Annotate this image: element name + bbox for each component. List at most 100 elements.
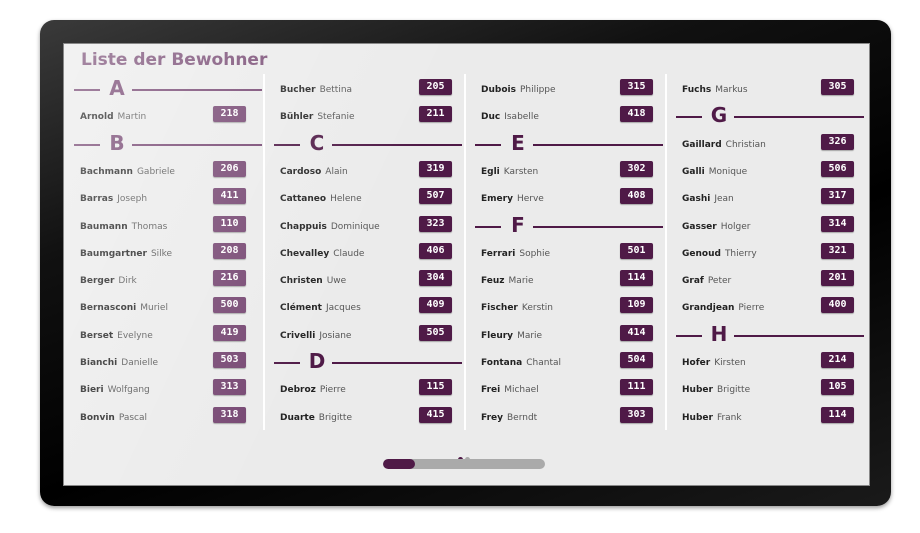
resident-row[interactable]: Barras Joseph 411	[68, 187, 268, 214]
last-name: Frei	[481, 385, 501, 396]
resident-name: Fischer Kerstin	[481, 303, 553, 313]
last-name: Debroz	[280, 385, 316, 396]
divider	[274, 143, 300, 146]
first-name: Philippe	[519, 85, 556, 95]
resident-name: Berger Dirk	[80, 276, 137, 286]
resident-row[interactable]: Dubois Philippe 315	[469, 78, 669, 105]
resident-row[interactable]: Frei Michael 111	[469, 378, 669, 405]
resident-row[interactable]: Bianchi Danielle 503	[68, 351, 268, 378]
letter-header: G	[670, 103, 869, 132]
resident-row[interactable]: Ferrari Sophie 501	[469, 242, 669, 269]
divider	[676, 334, 702, 337]
first-name: Frank	[716, 412, 742, 423]
resident-row[interactable]: Bieri Wolfgang 313	[68, 378, 268, 405]
room-number-badge: 105	[821, 379, 854, 396]
room-number-badge: 208	[213, 242, 246, 259]
room-number-badge: 110	[213, 215, 246, 232]
resident-name: Duc Isabelle	[481, 112, 539, 122]
resident-row[interactable]: Gashi Jean 317	[670, 187, 869, 214]
resident-row[interactable]: Duarte Brigitte 415	[268, 406, 468, 433]
first-name: Silke	[150, 248, 173, 259]
resident-row[interactable]: Bernasconi Muriel 500	[68, 296, 268, 323]
resident-row[interactable]: Bucher Bettina 205	[268, 78, 468, 105]
resident-row[interactable]: Fontana Chantal 504	[469, 351, 669, 378]
divider	[274, 362, 300, 364]
last-name: Galli	[682, 166, 705, 177]
resident-row[interactable]: Hofer Kirsten 214	[670, 351, 869, 378]
last-name: Cattaneo	[280, 194, 327, 205]
last-name: Egli	[481, 166, 500, 177]
resident-row[interactable]: Huber Frank 114	[670, 406, 869, 433]
last-name: Feuz	[481, 276, 505, 287]
first-name: Chantal	[526, 358, 561, 368]
first-name: Claude	[333, 248, 365, 259]
resident-row[interactable]: Cattaneo Helene 507	[268, 187, 468, 214]
first-name: Michael	[504, 385, 539, 396]
resident-name: Dubois Philippe	[481, 85, 556, 95]
resident-row[interactable]: Bachmann Gabriele 206	[68, 160, 268, 187]
resident-row[interactable]: Crivelli Josiane 505	[268, 324, 468, 351]
letter-header: B	[68, 131, 268, 160]
resident-row[interactable]: Grandjean Pierre 400	[670, 296, 869, 323]
resident-row[interactable]: Duc Isabelle 418	[469, 105, 669, 132]
header-letter: F	[511, 212, 525, 237]
room-number-badge: 415	[419, 406, 452, 423]
resident-row[interactable]: Genoud Thierry 321	[670, 242, 869, 269]
first-name: Christian	[725, 139, 766, 150]
resident-row[interactable]: Gasser Holger 314	[670, 215, 869, 242]
header-letter: E	[511, 130, 525, 155]
resident-row[interactable]: Berger Dirk 216	[68, 269, 268, 296]
resident-name: Chappuis Dominique	[280, 222, 380, 232]
first-name: Thierry	[724, 248, 757, 259]
resident-row[interactable]: Berset Evelyne 419	[68, 324, 268, 351]
last-name: Chappuis	[280, 221, 327, 232]
last-name: Graf	[682, 276, 704, 287]
resident-row[interactable]: Egli Karsten 302	[469, 160, 669, 187]
room-number-badge: 305	[821, 79, 854, 95]
resident-row[interactable]: Bühler Stefanie 211	[268, 105, 468, 132]
last-name: Berger	[80, 276, 115, 287]
resident-row[interactable]: Arnold Martin 218	[68, 105, 268, 132]
last-name: Huber	[682, 412, 713, 423]
resident-row[interactable]: Galli Monique 506	[670, 160, 869, 187]
room-number-badge: 400	[821, 297, 854, 314]
room-number-badge: 205	[419, 79, 452, 95]
resident-row[interactable]: Huber Brigitte 105	[670, 378, 869, 405]
resident-row[interactable]: Clément Jacques 409	[268, 296, 468, 323]
resident-row[interactable]: Baumann Thomas 110	[68, 215, 268, 242]
room-number-badge: 500	[213, 297, 246, 314]
first-name: Wolfgang	[107, 385, 150, 396]
first-name: Uwe	[326, 276, 347, 287]
room-number-badge: 201	[821, 270, 854, 287]
resident-row[interactable]: Fuchs Markus 305	[670, 78, 869, 105]
resident-row[interactable]: Feuz Marie 114	[469, 269, 669, 296]
room-number-badge: 411	[213, 188, 246, 205]
resident-name: Galli Monique	[682, 167, 747, 177]
resident-row[interactable]: Debroz Pierre 115	[268, 378, 468, 405]
progress-fill	[383, 459, 416, 469]
resident-row[interactable]: Christen Uwe 304	[268, 269, 468, 296]
room-number-badge: 304	[419, 270, 452, 287]
resident-row[interactable]: Emery Herve 408	[469, 187, 669, 214]
last-name: Gaillard	[682, 139, 722, 150]
last-name: Fischer	[481, 303, 518, 314]
last-name: Clément	[280, 303, 322, 314]
resident-row[interactable]: Baumgartner Silke 208	[68, 242, 268, 269]
resident-row[interactable]: Graf Peter 201	[670, 269, 869, 296]
resident-row[interactable]: Bonvin Pascal 318	[68, 406, 268, 433]
divider	[132, 143, 262, 146]
last-name: Bieri	[80, 385, 104, 396]
resident-row[interactable]: Chappuis Dominique 323	[268, 215, 468, 242]
last-name: Frey	[481, 412, 503, 423]
resident-name: Barras Joseph	[80, 194, 147, 204]
last-name: Bernasconi	[80, 303, 137, 314]
letter-header: C	[268, 131, 468, 160]
resident-row[interactable]: Frey Berndt 303	[469, 406, 669, 433]
list-column: A Arnold Martin 218 B Bachmann Gabriele 20…	[68, 74, 268, 430]
resident-row[interactable]: Gaillard Christian 326	[670, 133, 869, 160]
resident-row[interactable]: Cardoso Alain 319	[268, 160, 468, 187]
last-name: Barras	[80, 194, 114, 205]
resident-row[interactable]: Fleury Marie 414	[469, 324, 669, 351]
resident-row[interactable]: Chevalley Claude 406	[268, 242, 468, 269]
resident-row[interactable]: Fischer Kerstin 109	[469, 296, 669, 323]
